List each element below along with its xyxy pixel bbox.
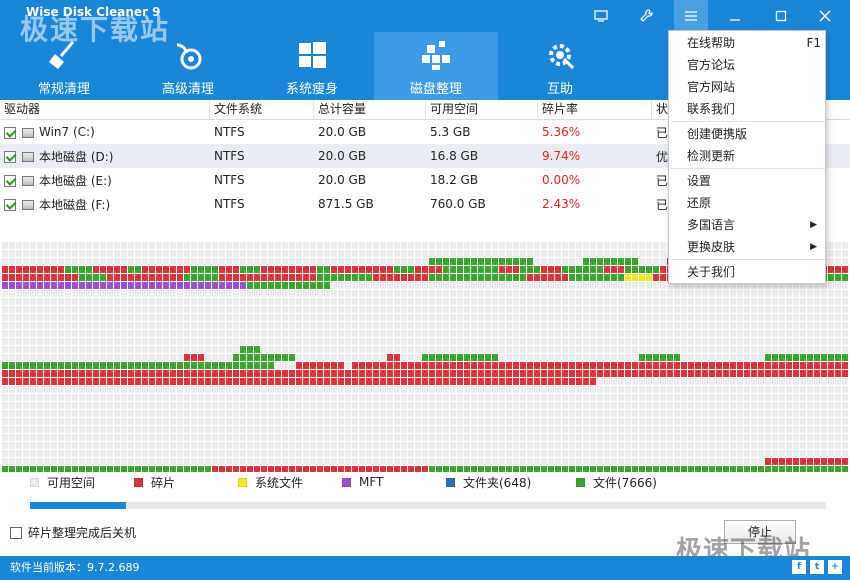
shortcut-label: F1 [806, 36, 821, 50]
legend-free: 可用空间 [30, 474, 134, 490]
total-size: 20.0 GB [318, 173, 367, 187]
tab-system-slim[interactable]: 系统瘦身 [250, 32, 374, 100]
free-space: 16.8 GB [430, 149, 479, 163]
free-space: 5.3 GB [430, 125, 471, 139]
close-icon[interactable] [808, 0, 842, 32]
shutdown-option[interactable]: 碎片整理完成后关机 [10, 524, 136, 541]
tab-label: 高级清理 [161, 82, 214, 97]
drive-icon [22, 152, 34, 162]
col-fragmentation[interactable]: 碎片率 [538, 100, 652, 120]
tab-advanced-clean[interactable]: 高级清理 [126, 32, 250, 100]
drive-icon [22, 176, 34, 186]
checkbox[interactable] [4, 199, 16, 211]
maximize-icon[interactable] [764, 0, 798, 32]
checkbox[interactable] [4, 126, 16, 139]
submenu-arrow-icon: ▶ [810, 220, 817, 230]
app-title: Wise Disk Cleaner 9 [26, 5, 161, 19]
menu-item-settings[interactable]: 设置 [669, 170, 825, 192]
minimize-icon[interactable] [718, 0, 752, 32]
menu-item-website[interactable]: 官方网站 [669, 76, 825, 98]
col-filesystem[interactable]: 文件系统 [210, 100, 314, 120]
col-total[interactable]: 总计容量 [314, 100, 426, 120]
fragmentation: 0.00% [542, 173, 581, 187]
defrag-icon [418, 38, 454, 72]
tab-defrag[interactable]: 磁盘整理 [374, 32, 498, 100]
legend-folder: 文件夹(648) [446, 474, 576, 490]
checkbox[interactable] [4, 151, 16, 163]
twitter-icon[interactable]: t [810, 560, 824, 574]
menu-item-language[interactable]: 多国语言 ▶ [669, 214, 825, 236]
map-legend: 可用空间 碎片 系统文件 MFT 文件夹(648) 文件(7666) [30, 474, 820, 490]
tab-label: 系统瘦身 [285, 82, 338, 97]
legend-system-file: 系统文件 [238, 474, 342, 490]
main-menu-dropdown: 在线帮助 F1 官方论坛 官方网站 联系我们 创建便携版 检测更新 设置 还原 多… [668, 30, 826, 284]
col-free[interactable]: 可用空间 [426, 100, 538, 120]
checkbox[interactable] [4, 175, 16, 187]
social-links: f t + [792, 560, 842, 574]
menu-icon[interactable] [674, 0, 708, 32]
app-window: 极速下载站 Wise Disk Cleaner 9 常规清理 高级清理 系统瘦身… [0, 0, 850, 580]
filesystem: NTFS [214, 173, 245, 187]
menu-item-about[interactable]: 关于我们 [669, 261, 825, 283]
progress-bar [30, 502, 826, 509]
fragmentation: 2.43% [542, 197, 581, 211]
facebook-icon[interactable]: f [792, 560, 806, 574]
filesystem: NTFS [214, 149, 245, 163]
legend-mft: MFT [342, 474, 446, 490]
menu-item-contact[interactable]: 联系我们 [669, 98, 825, 120]
screen-icon[interactable] [584, 0, 618, 32]
wrench-icon[interactable] [630, 0, 664, 32]
share-icon[interactable]: + [828, 560, 842, 574]
drive-icon [22, 127, 34, 138]
menu-separator [671, 168, 825, 169]
drive-name: 本地磁盘 (E:) [39, 173, 112, 188]
status-bar: 软件当前版本：9.7.2.689 f t + [0, 556, 850, 580]
legend-fragment: 碎片 [134, 474, 238, 490]
menu-item-skin[interactable]: 更换皮肤 ▶ [669, 236, 825, 258]
menu-item-check-update[interactable]: 检测更新 [669, 145, 825, 167]
drive-name: 本地磁盘 (F:) [39, 197, 111, 212]
legend-file: 文件(7666) [576, 474, 706, 490]
submenu-arrow-icon: ▶ [810, 242, 817, 252]
tab-help[interactable]: 互助 [498, 32, 622, 100]
total-size: 871.5 GB [318, 197, 374, 211]
menu-item-online-help[interactable]: 在线帮助 F1 [669, 32, 825, 54]
total-size: 20.0 GB [318, 125, 367, 139]
tab-label: 常规清理 [37, 82, 90, 97]
drive-name: 本地磁盘 (D:) [39, 149, 114, 164]
gear-wrench-icon [542, 38, 578, 72]
drive-icon [22, 200, 34, 210]
fragmentation: 5.36% [542, 125, 581, 139]
free-space: 760.0 GB [430, 197, 486, 211]
menu-separator [671, 121, 825, 122]
total-size: 20.0 GB [318, 149, 367, 163]
tab-label: 磁盘整理 [409, 82, 462, 97]
menu-item-forum[interactable]: 官方论坛 [669, 54, 825, 76]
menu-separator [671, 259, 825, 260]
progress-fill [30, 502, 126, 509]
windows-icon [294, 38, 330, 72]
menu-item-restore[interactable]: 还原 [669, 192, 825, 214]
col-drive[interactable]: 驱动器 [0, 100, 210, 120]
filesystem: NTFS [214, 125, 245, 139]
shutdown-checkbox[interactable] [10, 526, 22, 539]
fragmentation: 9.74% [542, 149, 581, 163]
free-space: 18.2 GB [430, 173, 479, 187]
drive-name: Win7 (C:) [39, 125, 95, 139]
shutdown-label: 碎片整理完成后关机 [28, 526, 137, 540]
tab-regular-clean[interactable]: 常规清理 [2, 32, 126, 100]
vacuum-icon [170, 38, 206, 72]
menu-item-portable[interactable]: 创建便携版 [669, 123, 825, 145]
version-text: 软件当前版本：9.7.2.689 [10, 561, 140, 574]
filesystem: NTFS [214, 197, 245, 211]
broom-icon [46, 38, 82, 72]
main-tabs: 常规清理 高级清理 系统瘦身 磁盘整理 互助 [0, 32, 680, 100]
tab-label: 互助 [546, 82, 573, 97]
